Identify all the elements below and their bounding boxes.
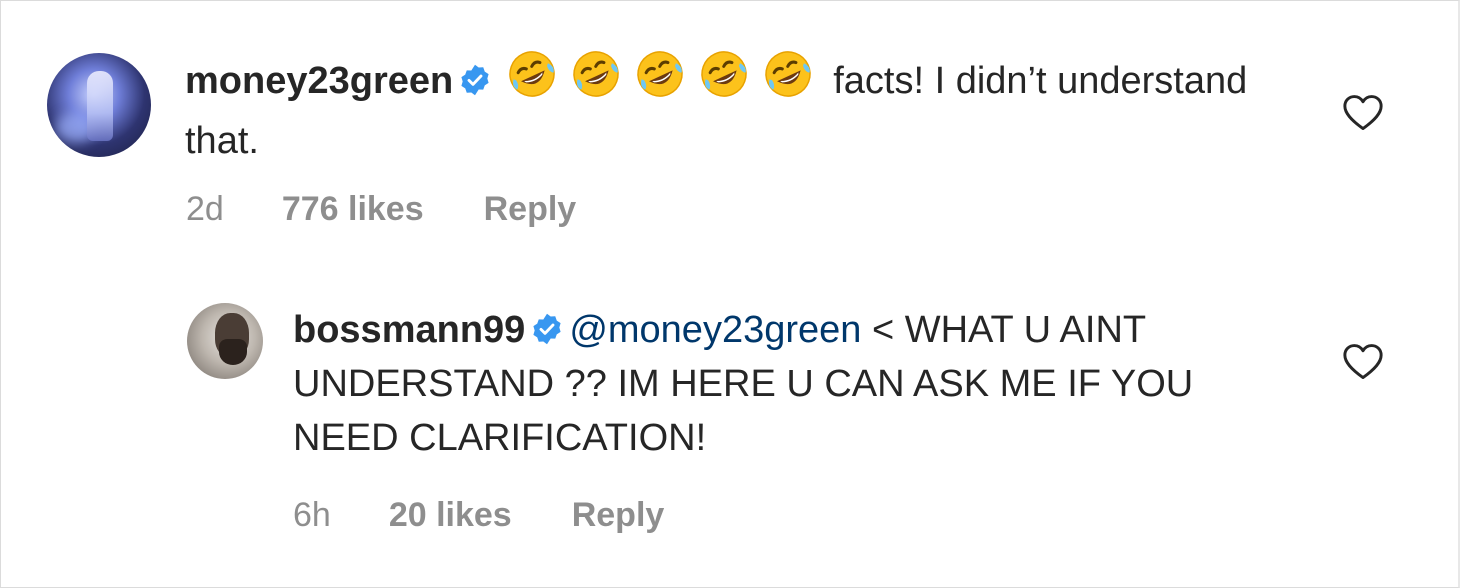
comment-body: money23green facts! I didn’t understand t… <box>185 49 1295 168</box>
reply-button[interactable]: Reply <box>572 496 665 535</box>
likes-count[interactable]: 776 likes <box>282 190 424 229</box>
comment-body: bossmann99 @money23green < WHAT U AINT UN… <box>293 303 1293 465</box>
comment-meta: 6h 20 likes Reply <box>293 495 664 535</box>
verified-badge-icon <box>461 64 489 96</box>
avatar[interactable] <box>47 53 151 157</box>
reply-button[interactable]: Reply <box>484 190 577 229</box>
heart-outline-icon[interactable] <box>1342 94 1384 132</box>
comment: money23green facts! I didn’t understand t… <box>1 1 1460 261</box>
likes-count[interactable]: 20 likes <box>389 496 512 535</box>
timestamp: 2d <box>186 189 224 228</box>
heart-outline-icon[interactable] <box>1342 343 1384 381</box>
avatar[interactable] <box>187 303 263 379</box>
emoji-group <box>507 49 827 114</box>
rolling-on-floor-laughing-emoji <box>573 51 619 97</box>
comment-meta: 2d 776 likes Reply <box>186 189 576 229</box>
username[interactable]: money23green <box>185 60 453 102</box>
comments-section: money23green facts! I didn’t understand t… <box>0 0 1460 588</box>
timestamp: 6h <box>293 495 331 534</box>
username[interactable]: bossmann99 <box>293 309 525 351</box>
rolling-on-floor-laughing-emoji <box>701 51 747 97</box>
mention-link[interactable]: @money23green <box>569 309 861 351</box>
comment-reply: bossmann99 @money23green < WHAT U AINT UN… <box>1 289 1460 588</box>
rolling-on-floor-laughing-emoji <box>765 51 811 97</box>
rolling-on-floor-laughing-emoji <box>509 51 555 97</box>
verified-badge-icon <box>533 313 561 345</box>
rolling-on-floor-laughing-emoji <box>637 51 683 97</box>
